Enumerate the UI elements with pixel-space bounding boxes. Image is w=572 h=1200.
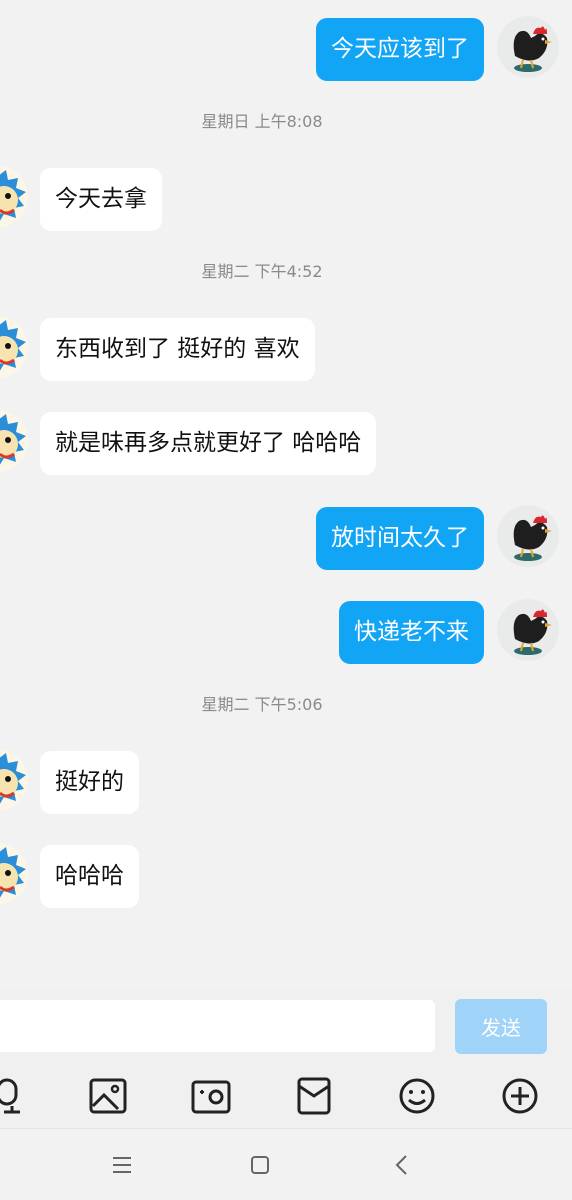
message-bubble-incoming[interactable]: 就是味再多点就更好了 哈哈哈 <box>40 412 377 475</box>
hedgehog-icon <box>0 170 26 221</box>
chat-area[interactable]: 今天应该到了 星期日 上午8:08 今天去拿 星期二 下午4:52 东西收到了 … <box>0 0 572 990</box>
message-row: 就是味再多点就更好了 哈哈哈 <box>0 410 572 475</box>
composer-toolbar <box>0 1062 572 1128</box>
avatar-hedgehog[interactable] <box>0 410 28 472</box>
avatar-rooster[interactable] <box>497 16 559 78</box>
avatar-hedgehog[interactable] <box>0 166 28 228</box>
rooster-icon <box>513 515 552 561</box>
message-row: 今天应该到了 <box>0 16 572 81</box>
avatar-hedgehog[interactable] <box>0 316 28 378</box>
message-row: 放时间太久了 <box>0 505 572 570</box>
hedgehog-icon <box>0 753 26 804</box>
avatar-rooster[interactable] <box>497 599 559 661</box>
message-row: 今天去拿 <box>0 166 572 231</box>
message-bubble-incoming[interactable]: 东西收到了 挺好的 喜欢 <box>40 318 315 381</box>
avatar-hedgehog[interactable] <box>0 749 28 811</box>
message-row: 东西收到了 挺好的 喜欢 <box>0 316 572 381</box>
image-icon[interactable] <box>88 1076 128 1116</box>
message-bubble-incoming[interactable]: 哈哈哈 <box>40 845 139 908</box>
composer-bar: 发送 <box>0 990 572 1062</box>
system-navigation-bar <box>0 1128 572 1200</box>
timestamp: 星期二 下午5:06 <box>201 695 323 714</box>
message-bubble-incoming[interactable]: 挺好的 <box>40 751 139 814</box>
rooster-icon <box>513 609 552 655</box>
message-bubble-incoming[interactable]: 今天去拿 <box>40 168 162 231</box>
camera-icon[interactable] <box>191 1076 231 1116</box>
message-row: 哈哈哈 <box>0 843 572 908</box>
plus-icon[interactable] <box>500 1076 540 1116</box>
rooster-icon <box>513 26 552 72</box>
message-bubble-outgoing[interactable]: 快递老不来 <box>339 601 484 664</box>
message-input[interactable] <box>0 1000 435 1052</box>
send-button[interactable]: 发送 <box>455 999 547 1054</box>
microphone-icon[interactable] <box>0 1076 40 1116</box>
message-bubble-outgoing[interactable]: 今天应该到了 <box>316 18 484 81</box>
avatar-hedgehog[interactable] <box>0 843 28 905</box>
hedgehog-icon <box>0 414 26 465</box>
home-icon[interactable] <box>244 1149 276 1181</box>
menu-icon[interactable] <box>106 1149 138 1181</box>
hedgehog-icon <box>0 320 26 371</box>
emoji-icon[interactable] <box>397 1076 437 1116</box>
red-packet-icon[interactable] <box>294 1076 334 1116</box>
timestamp: 星期二 下午4:52 <box>201 262 323 281</box>
back-icon[interactable] <box>386 1149 418 1181</box>
timestamp: 星期日 上午8:08 <box>201 112 323 131</box>
message-row: 挺好的 <box>0 749 572 814</box>
hedgehog-icon <box>0 847 26 898</box>
avatar-rooster[interactable] <box>497 505 559 567</box>
message-bubble-outgoing[interactable]: 放时间太久了 <box>316 507 484 570</box>
message-row: 快递老不来 <box>0 599 572 664</box>
